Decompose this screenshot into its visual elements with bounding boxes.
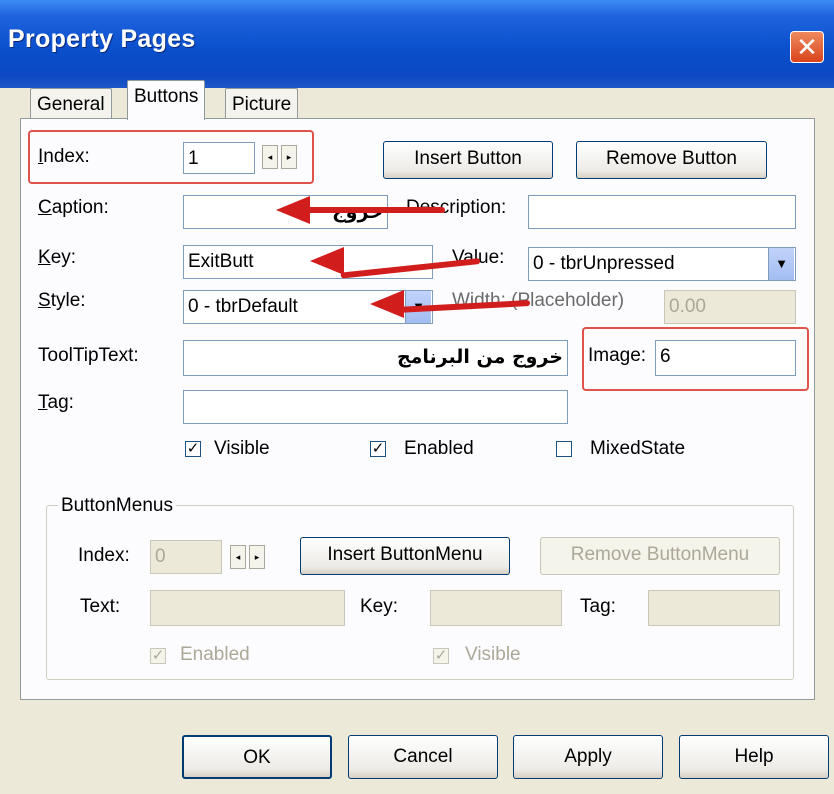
key-arrow-icon	[310, 247, 344, 275]
visible-label: Visible	[214, 438, 270, 459]
insert-button[interactable]: Insert Button	[383, 141, 553, 179]
remove-buttonmenu-button: Remove ButtonMenu	[540, 537, 780, 575]
cancel-button[interactable]: Cancel	[348, 735, 498, 779]
caption-label: Caption:	[38, 197, 109, 218]
tooltip-input[interactable]: خروج من البرنامج	[183, 340, 568, 376]
visible-checkbox[interactable]: ✓	[185, 441, 201, 457]
tag-label: Tag:	[38, 392, 74, 413]
bm-text-label: Text:	[80, 596, 121, 617]
key-label: Key:	[38, 247, 77, 268]
close-button[interactable]: ✕	[790, 31, 824, 63]
key-input[interactable]: ExitButt	[183, 245, 433, 279]
bm-key-label: Key:	[360, 596, 399, 617]
apply-button[interactable]: Apply	[513, 735, 663, 779]
style-arrow-icon	[370, 290, 404, 318]
bm-text-input	[150, 590, 345, 626]
tab-general[interactable]: General	[30, 88, 112, 121]
close-icon: ✕	[796, 32, 818, 62]
image-highlight-box	[582, 327, 809, 391]
chevron-down-icon[interactable]: ▼	[768, 248, 794, 280]
style-label: Style:	[38, 290, 86, 311]
window-title: Property Pages	[8, 25, 196, 53]
width-input: 0.00	[664, 290, 796, 324]
bm-index-spin-left: ◂	[230, 545, 246, 569]
insert-buttonmenu-button[interactable]: Insert ButtonMenu	[300, 537, 510, 575]
bm-index-spin-right: ▸	[249, 545, 265, 569]
bm-enabled-label: Enabled	[180, 644, 250, 665]
value-dropdown[interactable]: 0 - tbrUnpressed	[528, 247, 796, 281]
help-button[interactable]: Help	[679, 735, 829, 779]
remove-button[interactable]: Remove Button	[576, 141, 767, 179]
bm-index-label: Index:	[78, 545, 130, 566]
tooltip-label: ToolTipText:	[38, 345, 139, 366]
bm-visible-checkbox: ✓	[433, 647, 449, 664]
bm-key-input	[430, 590, 562, 626]
buttonmenus-title: ButtonMenus	[58, 495, 176, 517]
description-input[interactable]	[528, 195, 796, 229]
bm-tag-input	[648, 590, 780, 626]
bm-visible-label: Visible	[465, 644, 521, 665]
tab-buttons[interactable]: Buttons	[127, 80, 206, 120]
bm-index-input: 0	[150, 540, 222, 574]
ok-button[interactable]: OK	[182, 735, 332, 779]
enabled-label: Enabled	[404, 438, 474, 459]
bm-enabled-checkbox: ✓	[150, 647, 166, 664]
mixed-state-label: MixedState	[590, 438, 686, 459]
caption-arrow-shaft	[305, 207, 445, 213]
mixed-state-checkbox[interactable]	[556, 441, 572, 457]
bm-tag-label: Tag:	[580, 596, 616, 617]
tab-picture[interactable]: Picture	[225, 88, 299, 121]
index-highlight-box	[28, 130, 314, 184]
tag-input[interactable]	[183, 390, 568, 424]
enabled-checkbox[interactable]: ✓	[370, 441, 386, 457]
